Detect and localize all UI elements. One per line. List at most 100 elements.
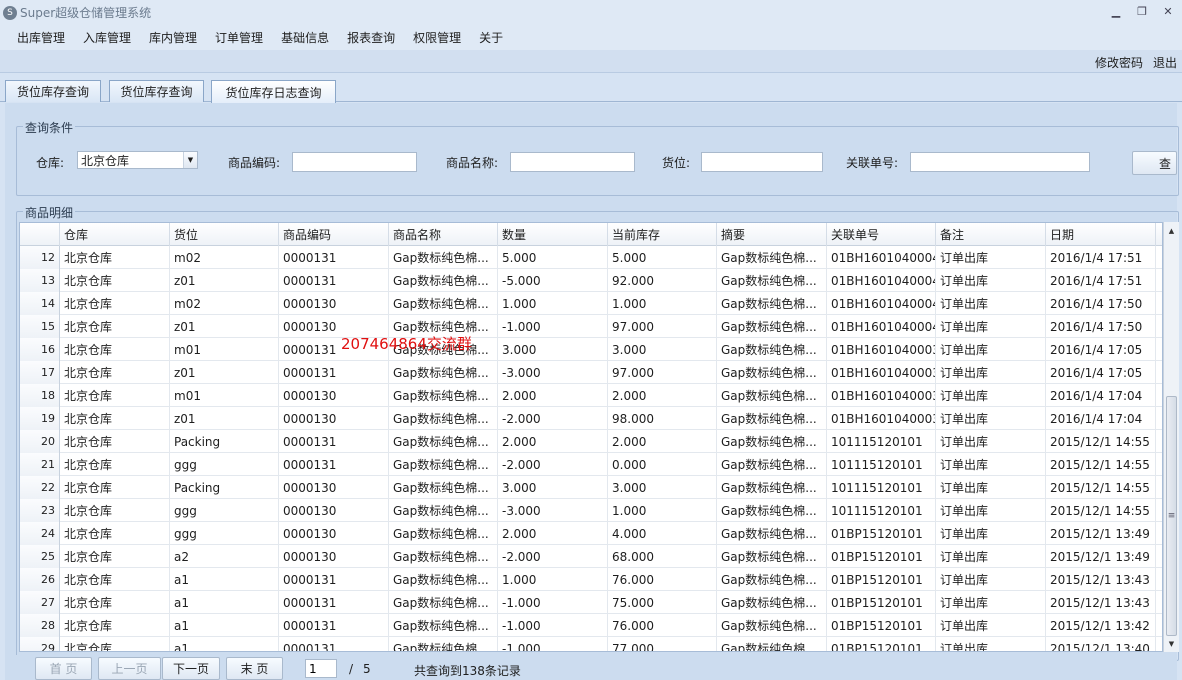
current-stock-cell: 2.000 <box>608 384 717 407</box>
table-row[interactable]: 27 北京仓库 a1 0000131 Gap数标纯色棉... -1.000 75.000 Ga… <box>20 591 1162 614</box>
product-name-cell: Gap数标纯色棉... <box>389 522 498 545</box>
table-row[interactable]: 12 北京仓库 m02 0000131 Gap数标纯色棉... 5.000 5.000 Gap… <box>20 246 1162 269</box>
column-header-product-name[interactable]: 商品名称 <box>389 223 498 246</box>
product-name-cell: Gap数标纯色棉... <box>389 453 498 476</box>
restore-button[interactable]: ❐ <box>1134 4 1150 18</box>
location-cell: ggg <box>170 499 279 522</box>
quantity-cell: -3.000 <box>498 361 608 384</box>
prev-page-button[interactable]: 上一页 <box>98 657 161 680</box>
first-page-button[interactable]: 首 页 <box>35 657 92 680</box>
warehouse-select[interactable]: 北京仓库 ▼ <box>77 151 198 169</box>
table-row[interactable]: 24 北京仓库 ggg 0000130 Gap数标纯色棉... 2.000 4.000 Gap… <box>20 522 1162 545</box>
remark-cell: 订单出库 <box>936 637 1046 651</box>
menu-permissions[interactable]: 权限管理 <box>404 29 470 46</box>
close-button[interactable]: ✕ <box>1160 4 1176 18</box>
product-name-input[interactable] <box>510 152 635 172</box>
minimize-button[interactable]: ▁ <box>1108 4 1124 18</box>
menu-inbound[interactable]: 入库管理 <box>74 29 140 46</box>
column-header-date[interactable]: 日期 <box>1046 223 1156 246</box>
remark-cell: 订单出库 <box>936 407 1046 430</box>
table-row[interactable]: 25 北京仓库 a2 0000130 Gap数标纯色棉... -2.000 68.000 Ga… <box>20 545 1162 568</box>
warehouse-cell: 北京仓库 <box>60 522 170 545</box>
table-row[interactable]: 29 北京仓库 a1 0000131 Gap数标纯色棉... -1.000 77.000 Ga… <box>20 637 1162 651</box>
current-stock-cell: 2.000 <box>608 430 717 453</box>
chevron-down-icon[interactable]: ▼ <box>183 152 197 168</box>
column-header-current-stock[interactable]: 当前库存 <box>608 223 717 246</box>
table-row[interactable]: 14 北京仓库 m02 0000130 Gap数标纯色棉... 1.000 1.000 Gap… <box>20 292 1162 315</box>
vertical-scrollbar[interactable]: ▲ ≡ ▼ <box>1163 222 1179 652</box>
menu-bar: 出库管理 入库管理 库内管理 订单管理 基础信息 报表查询 权限管理 关于 <box>0 25 1182 50</box>
column-header-summary[interactable]: 摘要 <box>717 223 827 246</box>
table-row[interactable]: 28 北京仓库 a1 0000131 Gap数标纯色棉... -1.000 76.000 Ga… <box>20 614 1162 637</box>
table-row[interactable]: 16 北京仓库 m01 0000131 Gap数标纯色棉... 3.000 3.000 Gap… <box>20 338 1162 361</box>
date-cell: 2016/1/4 17:05 <box>1046 361 1156 384</box>
last-page-button[interactable]: 末 页 <box>226 657 283 680</box>
related-no-cell: 01BH1601040003 <box>827 407 936 430</box>
location-cell: m01 <box>170 338 279 361</box>
table-row[interactable]: 19 北京仓库 z01 0000130 Gap数标纯色棉... -2.000 98.000 G… <box>20 407 1162 430</box>
column-header-related-no[interactable]: 关联单号 <box>827 223 936 246</box>
location-input[interactable] <box>701 152 823 172</box>
menu-outbound[interactable]: 出库管理 <box>8 29 74 46</box>
next-page-button[interactable]: 下一页 <box>162 657 220 680</box>
summary-cell: Gap数标纯色棉... <box>717 614 827 637</box>
related-no-cell: 01BP15120101 <box>827 545 936 568</box>
remark-cell: 订单出库 <box>936 614 1046 637</box>
tab-location-stock-log[interactable]: 货位库存日志查询 <box>211 80 336 103</box>
page-separator: / <box>349 662 354 676</box>
current-stock-cell: 4.000 <box>608 522 717 545</box>
logout-link[interactable]: 退出 <box>1153 54 1177 71</box>
table-row[interactable]: 17 北京仓库 z01 0000131 Gap数标纯色棉... -3.000 97.000 G… <box>20 361 1162 384</box>
date-cell: 2015/12/1 14:55 <box>1046 476 1156 499</box>
menu-basic-info[interactable]: 基础信息 <box>272 29 338 46</box>
menu-about[interactable]: 关于 <box>470 29 512 46</box>
page-number-input[interactable] <box>305 659 337 678</box>
warehouse-cell: 北京仓库 <box>60 315 170 338</box>
location-cell: a2 <box>170 545 279 568</box>
menu-orders[interactable]: 订单管理 <box>206 29 272 46</box>
scroll-thumb[interactable]: ≡ <box>1166 396 1177 636</box>
table-row[interactable]: 23 北京仓库 ggg 0000130 Gap数标纯色棉... -3.000 1.000 Ga… <box>20 499 1162 522</box>
table-row[interactable]: 18 北京仓库 m01 0000130 Gap数标纯色棉... 2.000 2.000 Gap… <box>20 384 1162 407</box>
warehouse-cell: 北京仓库 <box>60 499 170 522</box>
product-code-cell: 0000131 <box>279 430 389 453</box>
location-cell: z01 <box>170 269 279 292</box>
related-no-cell: 01BH1601040003 <box>827 384 936 407</box>
date-cell: 2015/12/1 13:49 <box>1046 545 1156 568</box>
column-header-quantity[interactable]: 数量 <box>498 223 608 246</box>
related-no-input[interactable] <box>910 152 1090 172</box>
change-password-link[interactable]: 修改密码 <box>1095 54 1143 71</box>
location-cell: ggg <box>170 453 279 476</box>
product-code-cell: 0000130 <box>279 292 389 315</box>
current-stock-cell: 68.000 <box>608 545 717 568</box>
summary-cell: Gap数标纯色棉... <box>717 384 827 407</box>
tab-location-stock-2[interactable]: 货位库存查询 <box>109 80 204 102</box>
quantity-cell: 1.000 <box>498 292 608 315</box>
query-button[interactable]: 查 <box>1132 151 1177 175</box>
table-row[interactable]: 26 北京仓库 a1 0000131 Gap数标纯色棉... 1.000 76.000 Gap… <box>20 568 1162 591</box>
column-header-location[interactable]: 货位 <box>170 223 279 246</box>
menu-in-warehouse[interactable]: 库内管理 <box>140 29 206 46</box>
location-cell: a1 <box>170 637 279 651</box>
menu-reports[interactable]: 报表查询 <box>338 29 404 46</box>
table-row[interactable]: 22 北京仓库 Packing 0000130 Gap数标纯色棉... 3.000 3.00… <box>20 476 1162 499</box>
remark-cell: 订单出库 <box>936 384 1046 407</box>
tab-location-stock-1[interactable]: 货位库存查询 <box>5 80 101 102</box>
table-row[interactable]: 15 北京仓库 z01 0000130 Gap数标纯色棉... -1.000 97.000 G… <box>20 315 1162 338</box>
remark-cell: 订单出库 <box>936 269 1046 292</box>
column-header-remark[interactable]: 备注 <box>936 223 1046 246</box>
row-number: 17 <box>20 361 60 384</box>
table-row[interactable]: 20 北京仓库 Packing 0000131 Gap数标纯色棉... 2.000 2.00… <box>20 430 1162 453</box>
quantity-cell: 2.000 <box>498 522 608 545</box>
column-header-warehouse[interactable]: 仓库 <box>60 223 170 246</box>
related-no-cell: 01BP15120101 <box>827 591 936 614</box>
query-conditions-title: 查询条件 <box>23 119 76 136</box>
location-cell: Packing <box>170 476 279 499</box>
table-row[interactable]: 21 北京仓库 ggg 0000131 Gap数标纯色棉... -2.000 0.000 Ga… <box>20 453 1162 476</box>
arrow-up-icon[interactable]: ▲ <box>1164 222 1179 239</box>
column-header-product-code[interactable]: 商品编码 <box>279 223 389 246</box>
table-row[interactable]: 13 北京仓库 z01 0000131 Gap数标纯色棉... -5.000 92.000 G… <box>20 269 1162 292</box>
current-stock-cell: 1.000 <box>608 292 717 315</box>
product-code-input[interactable] <box>292 152 417 172</box>
arrow-down-icon[interactable]: ▼ <box>1164 635 1179 652</box>
